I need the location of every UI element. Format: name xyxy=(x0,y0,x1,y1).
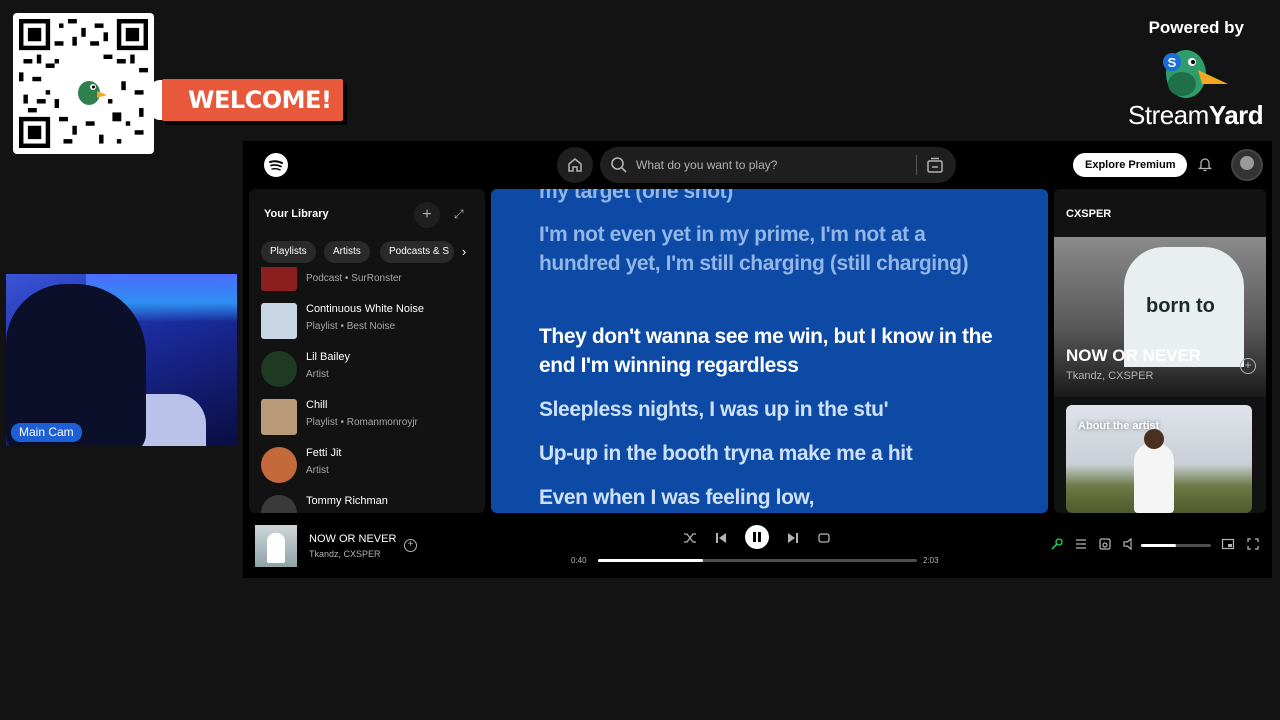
queue-icon[interactable] xyxy=(1074,537,1088,551)
item-subtitle: Artist xyxy=(306,465,329,476)
item-artwork xyxy=(261,351,297,387)
library-title[interactable]: Your Library xyxy=(264,208,329,220)
home-icon xyxy=(568,158,582,172)
add-to-liked-icon[interactable]: + xyxy=(404,539,417,552)
qr-code xyxy=(13,13,154,154)
item-artwork xyxy=(261,399,297,435)
total-duration: 2:03 xyxy=(923,556,939,565)
list-item[interactable]: Chill Playlist • Romanmonroyjr xyxy=(261,397,481,437)
item-subtitle: Playlist • Best Noise xyxy=(306,321,396,332)
item-artwork xyxy=(261,447,297,483)
brand-yard: Yard xyxy=(1208,100,1264,130)
artwork-shirt-text: born to xyxy=(1146,295,1215,317)
lyric-line[interactable]: my target (one shot) xyxy=(539,189,1009,206)
filter-chip-playlists[interactable]: Playlists xyxy=(261,241,316,263)
list-item[interactable]: Podcast • SurRonster xyxy=(261,267,481,293)
item-subtitle: Artist xyxy=(306,369,329,380)
list-item[interactable]: Fetti Jit Artist xyxy=(261,445,481,485)
create-playlist-button[interactable]: + xyxy=(414,202,440,228)
pause-button[interactable] xyxy=(745,525,769,549)
spotify-window: What do you want to play? Explore Premiu… xyxy=(243,141,1272,578)
connect-device-icon[interactable] xyxy=(1098,537,1112,551)
player-bar: NOW OR NEVER Tkandz, CXSPER + 0:40 2:03 xyxy=(243,513,1272,578)
lyric-line-active[interactable]: They don't wanna see me win, but I know … xyxy=(539,322,1009,380)
search-divider xyxy=(916,155,917,175)
shuffle-icon[interactable] xyxy=(683,531,697,545)
item-name: Chill xyxy=(306,399,328,411)
search-icon xyxy=(611,157,627,173)
item-name: Fetti Jit xyxy=(306,447,342,459)
item-name: Tommy Richman xyxy=(306,495,388,507)
chevron-right-icon[interactable]: › xyxy=(453,241,475,263)
item-name: Lil Bailey xyxy=(306,351,351,363)
top-bar: What do you want to play? Explore Premiu… xyxy=(243,141,1272,189)
powered-by-text: Powered by xyxy=(1148,18,1244,37)
about-the-artist-card[interactable]: About the artist xyxy=(1066,405,1252,513)
fullscreen-icon[interactable] xyxy=(1246,537,1260,551)
track-title[interactable]: NOW OR NEVER xyxy=(309,533,396,545)
volume-slider[interactable] xyxy=(1141,544,1211,547)
search-input[interactable]: What do you want to play? xyxy=(636,158,777,172)
your-library-panel: Your Library + ⤢ Playlists Artists Podca… xyxy=(249,189,485,513)
volume-fill xyxy=(1141,544,1176,547)
list-item[interactable]: Tommy Richman xyxy=(261,493,481,513)
track-artwork[interactable] xyxy=(255,525,297,567)
lyric-line[interactable]: Even when I was feeling low, xyxy=(539,483,1009,512)
item-subtitle: Podcast • SurRonster xyxy=(306,273,402,284)
library-list: Podcast • SurRonster Continuous White No… xyxy=(249,267,485,513)
profile-avatar[interactable] xyxy=(1231,149,1263,181)
track-artists[interactable]: Tkandz, CXSPER xyxy=(309,549,381,559)
elapsed-time: 0:40 xyxy=(571,556,587,565)
now-playing-panel: CXSPER born to NOW OR NEVER Tkandz, CXSP… xyxy=(1054,189,1266,513)
streamyard-duck-logo-icon: S xyxy=(1158,44,1230,100)
previous-track-icon[interactable] xyxy=(714,531,728,545)
item-artwork xyxy=(261,495,297,513)
now-playing-title[interactable]: NOW OR NEVER xyxy=(1066,346,1201,366)
volume-icon[interactable] xyxy=(1122,537,1136,551)
item-subtitle: Playlist • Romanmonroyjr xyxy=(306,417,418,428)
duck-logo-icon xyxy=(65,65,107,105)
welcome-banner: WELCOME! xyxy=(162,79,344,121)
explore-premium-button[interactable]: Explore Premium xyxy=(1073,153,1188,177)
brand-stream: Stream xyxy=(1128,100,1209,130)
filter-chip-podcasts[interactable]: Podcasts & S xyxy=(380,241,454,263)
miniplayer-icon[interactable] xyxy=(1221,537,1235,551)
webcam-person xyxy=(6,284,146,446)
now-playing-artist-header[interactable]: CXSPER xyxy=(1066,208,1111,220)
spotify-logo-icon[interactable] xyxy=(264,153,288,177)
streamyard-wordmark: StreamYard xyxy=(1128,100,1264,131)
browse-icon[interactable] xyxy=(926,156,944,174)
lyrics-mic-icon[interactable] xyxy=(1050,537,1064,551)
progress-bar[interactable] xyxy=(598,559,917,562)
home-button[interactable] xyxy=(557,147,593,183)
filter-chip-artists[interactable]: Artists xyxy=(324,241,370,263)
artist-photo-figure xyxy=(1134,443,1174,513)
webcam-feed xyxy=(6,274,237,446)
next-track-icon[interactable] xyxy=(786,531,800,545)
svg-text:S: S xyxy=(1168,55,1177,70)
expand-library-icon[interactable]: ⤢ xyxy=(454,207,464,222)
bell-icon[interactable] xyxy=(1198,156,1212,172)
item-artwork xyxy=(261,303,297,339)
list-item[interactable]: Continuous White Noise Playlist • Best N… xyxy=(261,301,481,341)
item-artwork xyxy=(261,267,297,291)
item-name: Continuous White Noise xyxy=(306,303,425,315)
lyric-line[interactable]: I'm not even yet in my prime, I'm not at… xyxy=(539,220,1009,278)
now-playing-artists[interactable]: Tkandz, CXSPER xyxy=(1066,370,1153,382)
lyric-line[interactable]: Up-up in the booth tryna make me a hit xyxy=(539,439,1009,468)
lyric-line[interactable]: Sleepless nights, I was up in the stu' xyxy=(539,395,1009,424)
progress-fill xyxy=(598,559,704,562)
repeat-icon[interactable] xyxy=(817,531,831,545)
search-bar[interactable]: What do you want to play? xyxy=(600,147,956,183)
main-cam-label: Main Cam xyxy=(11,423,82,442)
artist-photo-head xyxy=(1144,429,1164,449)
add-to-library-icon[interactable]: + xyxy=(1240,358,1256,374)
list-item[interactable]: Lil Bailey Artist xyxy=(261,349,481,389)
lyrics-panel: my target (one shot) I'm not even yet in… xyxy=(491,189,1048,513)
